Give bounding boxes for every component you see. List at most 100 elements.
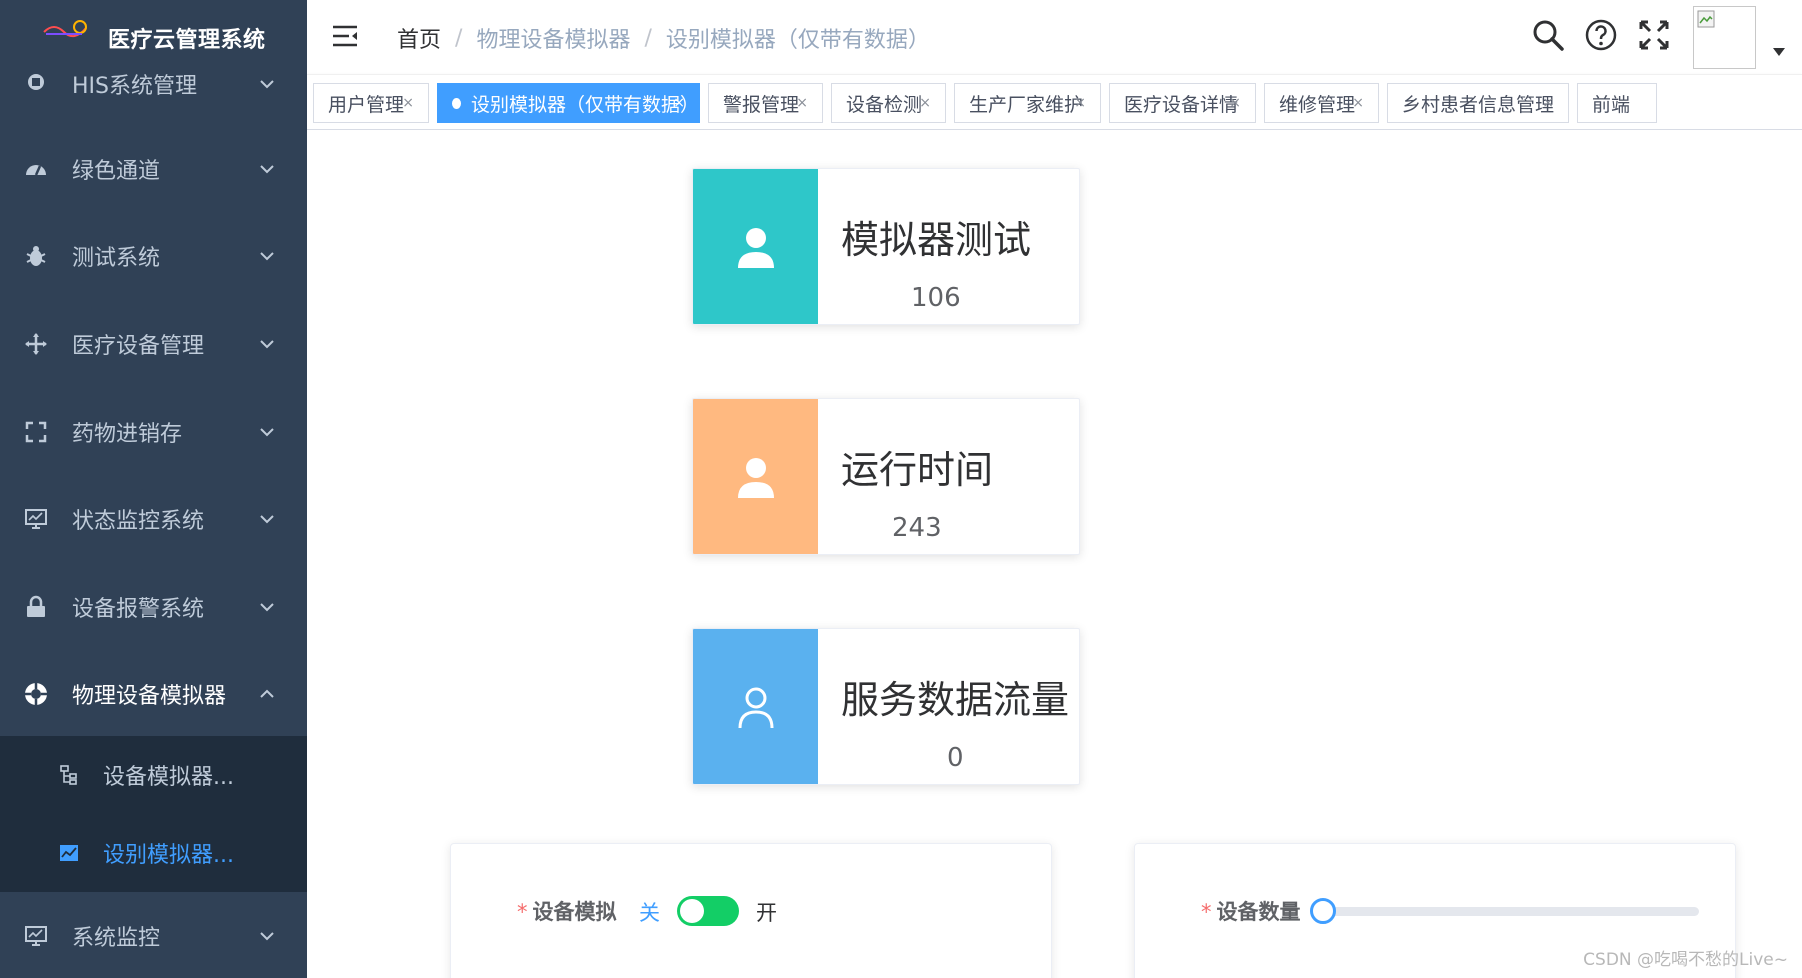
close-icon[interactable]: × [673,95,685,111]
submenu-item-identify-simulator[interactable]: 设别模拟器... [0,814,307,892]
caret-down-icon[interactable] [1773,48,1785,56]
label-text: 设备数量 [1216,900,1301,924]
chevron-down-icon [260,339,274,348]
chevron-down-icon [260,79,274,88]
menu-test-system[interactable]: 测试系统 [0,212,307,299]
breadcrumb: 首页 / 物理设备模拟器 / 设别模拟器（仅带有数据） [397,22,930,54]
card-value: 243 [892,513,942,543]
close-icon[interactable]: × [402,95,414,111]
menu-device-alarm[interactable]: 设备报警系统 [0,563,307,650]
menu-label: 医疗设备管理 [72,333,205,359]
menu-green-channel[interactable]: 绿色通道 [0,125,307,212]
fullscreen-icon[interactable] [1637,18,1671,52]
menu-label: 系统监控 [72,925,161,951]
menu-label: 设备报警系统 [72,596,205,622]
breadcrumb-item: 设别模拟器（仅带有数据） [665,28,930,53]
avatar[interactable] [1693,6,1756,69]
required-mark: * [1201,900,1212,924]
tag-label: 医疗设备详情 [1124,93,1239,116]
tag-label: 设别模拟器（仅带有数据） [470,93,699,116]
device-simulation-switch[interactable] [677,896,739,926]
submenu-label: 设别模拟器... [103,843,234,868]
device-count-slider[interactable] [1323,907,1699,916]
user-icon [737,457,774,498]
label-text: 设备模拟 [532,900,617,924]
submenu-item-device-simulator[interactable]: 设备模拟器... [0,736,307,814]
monitor-icon [22,922,50,950]
logo-bar[interactable]: 医疗云管理系统 [0,0,307,72]
move-icon [22,330,50,358]
user-outline-icon [738,687,773,728]
tag-label: 警报管理 [723,93,800,116]
tag-label: 前端 [1592,93,1631,116]
menu-drug-inventory[interactable]: 药物进销存 [0,388,307,475]
fullscreen-icon [22,418,50,446]
active-dot-icon [452,97,461,109]
tag-label: 设备检测 [846,93,923,116]
card-icon-area [693,169,818,324]
help-icon[interactable] [1584,18,1618,52]
tag-rural-patient[interactable]: 乡村患者信息管理 × [1387,83,1569,123]
tag-label: 维修管理 [1279,93,1356,116]
tree-icon [60,765,77,785]
menu-label: HIS系统管理 [72,73,197,99]
slider-handle[interactable] [1310,898,1336,924]
tags-view: 用户管理 × 设别模拟器（仅带有数据） × 警报管理 × 设备检测 × 生产厂家… [307,74,1802,130]
lifebuoy-icon [22,680,50,708]
card-title: 模拟器测试 [841,218,1032,262]
switch-off-text[interactable]: 关 [639,897,660,927]
bug-icon [22,242,50,270]
navbar: 首页 / 物理设备模拟器 / 设别模拟器（仅带有数据） [307,0,1802,74]
close-icon[interactable]: × [796,95,808,111]
submenu: 设备模拟器... 设别模拟器... [0,736,307,892]
menu-label: 状态监控系统 [72,508,205,534]
search-icon[interactable] [1531,18,1565,52]
his-icon [22,70,50,98]
watermark: CSDN @吃喝不愁的Live~ [1583,950,1788,970]
close-icon[interactable]: × [1542,95,1554,111]
tag-equipment-detail[interactable]: 医疗设备详情 × [1109,83,1256,123]
device-count-label: * 设备数量 [1201,896,1301,926]
chevron-down-icon [260,931,274,940]
main-content: 模拟器测试 106 运行时间 243 服务数据流量 0 * 设备模拟 关 开 *… [307,130,1802,978]
stat-card-service-traffic: 服务数据流量 0 [692,628,1080,785]
card-title: 运行时间 [841,448,994,492]
tag-frontend[interactable]: 前端 [1577,83,1657,123]
chevron-up-icon [260,689,274,698]
menu-label: 绿色通道 [72,158,161,184]
tag-user-management[interactable]: 用户管理 × [313,83,429,123]
close-icon[interactable]: × [1229,95,1241,111]
tag-label: 用户管理 [328,93,405,116]
menu-status-monitor[interactable]: 状态监控系统 [0,475,307,562]
tag-alarm-management[interactable]: 警报管理 × [708,83,823,123]
hamburger-icon[interactable] [331,24,359,48]
card-title: 服务数据流量 [841,678,1070,722]
close-icon[interactable]: × [1074,95,1086,111]
monitor-icon [22,505,50,533]
device-simulation-card: * 设备模拟 关 开 [450,843,1052,978]
switch-knob [680,899,704,923]
close-icon[interactable]: × [919,95,931,111]
logo-icon [43,20,87,38]
breadcrumb-home[interactable]: 首页 [397,22,441,54]
tag-repair-management[interactable]: 维修管理 × [1264,83,1379,123]
tag-manufacturer[interactable]: 生产厂家维护 × [954,83,1101,123]
menu-physical-simulator[interactable]: 物理设备模拟器 [0,650,307,737]
tag-identify-simulator[interactable]: 设别模拟器（仅带有数据） × [437,83,700,123]
close-icon[interactable]: × [1352,95,1364,111]
menu-system-monitor[interactable]: 系统监控 [0,892,307,978]
breadcrumb-separator: / [455,25,463,51]
sidebar: HIS系统管理 医疗云管理系统 绿色通道 测试系统 医疗设备管理 药物进销存 状… [0,0,307,978]
chevron-down-icon [260,602,274,611]
submenu-label: 设备模拟器... [103,765,234,790]
broken-image-icon [1697,10,1715,28]
menu-medical-equipment[interactable]: 医疗设备管理 [0,300,307,387]
stat-card-simulator-test: 模拟器测试 106 [692,168,1080,325]
chart-icon [60,845,78,861]
switch-on-text[interactable]: 开 [756,897,777,927]
tag-label: 乡村患者信息管理 [1402,93,1555,116]
card-icon-area [693,629,818,784]
menu-label: 测试系统 [72,245,161,271]
tag-device-check[interactable]: 设备检测 × [831,83,946,123]
chevron-down-icon [260,427,274,436]
